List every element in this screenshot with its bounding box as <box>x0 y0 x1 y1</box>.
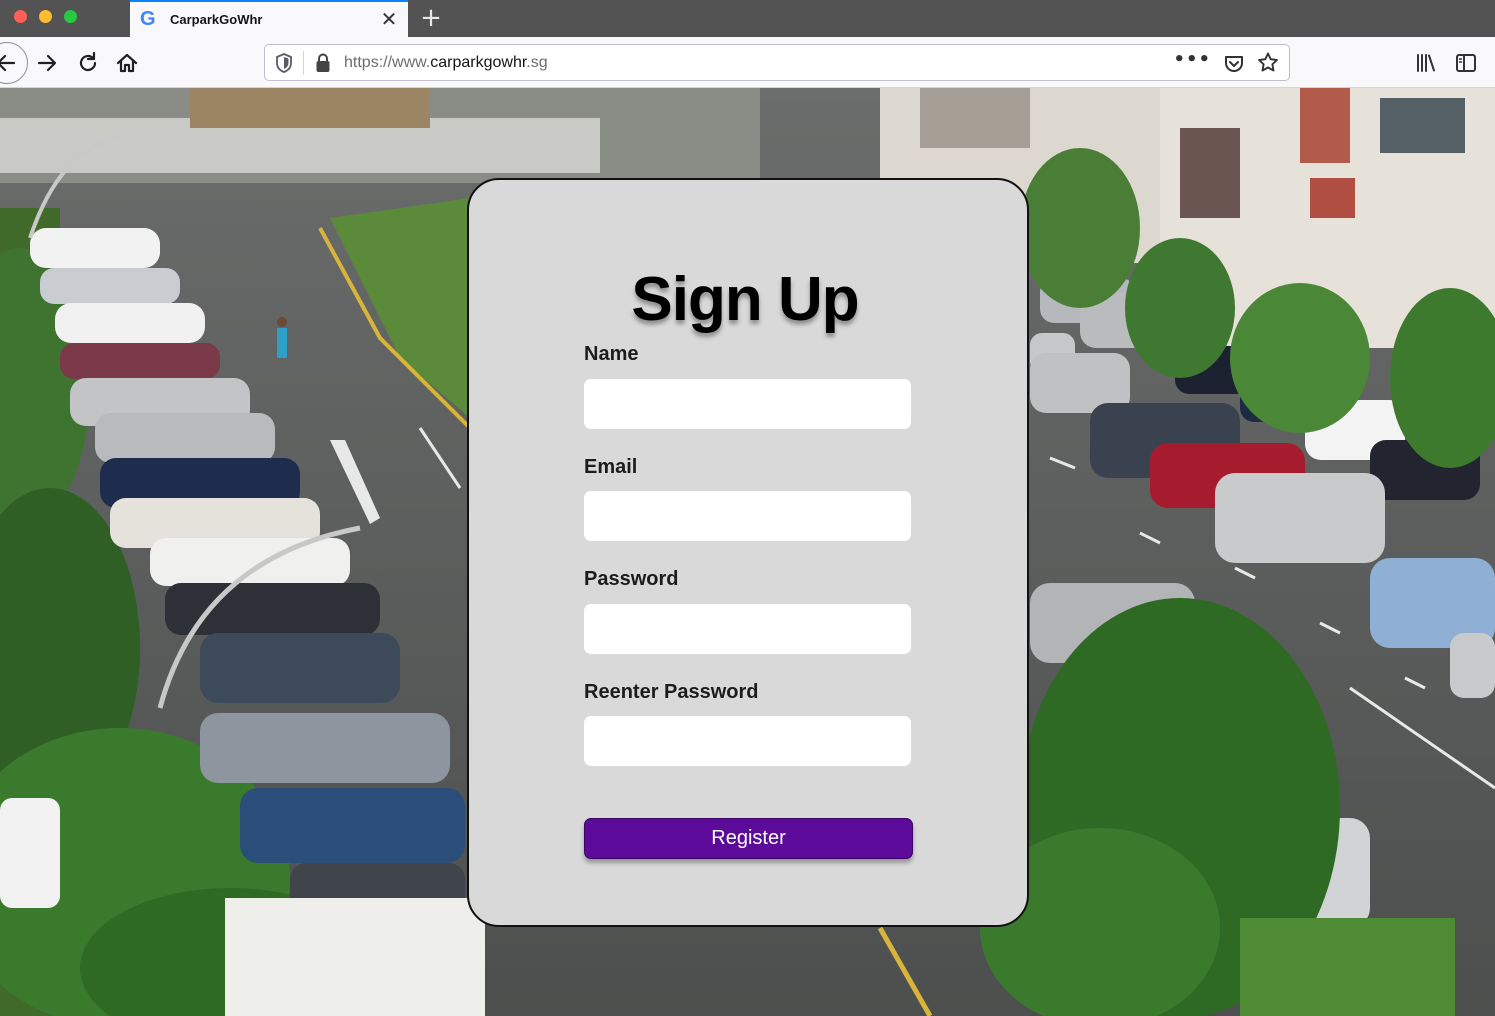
email-label: Email <box>584 456 638 478</box>
sidebar-icon[interactable] <box>1455 52 1477 74</box>
url-suffix: .sg <box>526 54 548 71</box>
url-separator <box>303 51 304 75</box>
arrow-right-icon <box>37 54 57 72</box>
url-text[interactable]: https://www.carparkgowhr.sg <box>344 54 548 72</box>
reload-button[interactable] <box>74 49 102 77</box>
forward-button[interactable] <box>33 49 61 77</box>
password-input[interactable] <box>584 604 911 654</box>
lock-icon[interactable] <box>315 53 331 73</box>
home-icon <box>116 53 138 73</box>
window-close-button[interactable] <box>14 10 27 23</box>
arrow-left-icon <box>0 54 16 72</box>
google-g-icon: G <box>140 8 156 30</box>
tracking-protection-shield-icon[interactable] <box>275 53 293 73</box>
register-button[interactable]: Register <box>584 818 913 859</box>
new-tab-button[interactable]: + <box>418 3 444 33</box>
pocket-icon[interactable] <box>1223 53 1245 75</box>
library-icon[interactable] <box>1414 51 1438 75</box>
password-label: Password <box>584 568 679 590</box>
window-zoom-button[interactable] <box>64 10 77 23</box>
email-input[interactable] <box>584 491 911 541</box>
reenter-password-label: Reenter Password <box>584 681 759 703</box>
active-tab[interactable]: G CarparkGoWhr ✕ <box>130 0 408 37</box>
reenter-password-input[interactable] <box>584 716 911 766</box>
reload-icon <box>79 51 97 72</box>
tab-strip: G CarparkGoWhr ✕ + <box>0 0 1495 37</box>
navigation-toolbar: https://www.carparkgowhr.sg ••• <box>0 37 1495 88</box>
name-label: Name <box>584 343 639 365</box>
tab-close-button[interactable]: ✕ <box>378 7 400 31</box>
name-input[interactable] <box>584 379 911 429</box>
bookmark-star-icon[interactable] <box>1257 51 1279 75</box>
page-actions-menu-button[interactable]: ••• <box>1173 49 1211 70</box>
home-button[interactable] <box>113 49 141 77</box>
window-minimize-button[interactable] <box>39 10 52 23</box>
signup-card: Sign Up Name Email Password Reenter Pass… <box>467 178 1029 927</box>
tab-title: CarparkGoWhr <box>170 12 263 27</box>
address-bar[interactable]: https://www.carparkgowhr.sg ••• <box>264 44 1290 81</box>
page-title: Sign Up <box>631 265 859 334</box>
url-prefix: https://www. <box>344 54 431 71</box>
back-button[interactable] <box>0 49 20 77</box>
url-domain: carparkgowhr <box>430 54 527 71</box>
